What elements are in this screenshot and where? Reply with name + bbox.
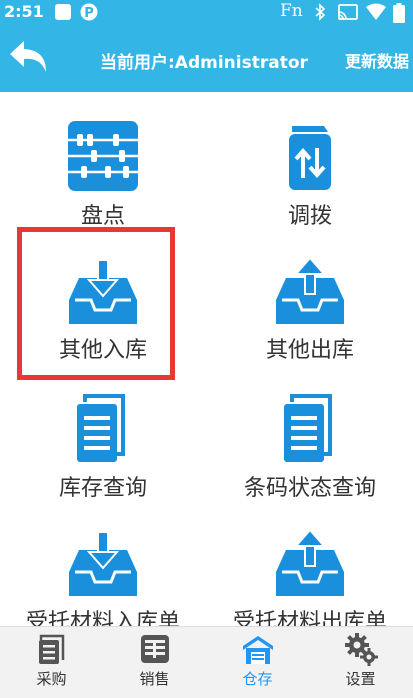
battery-icon: [393, 3, 405, 23]
nav-warehouse[interactable]: 仓存: [206, 627, 309, 698]
tile-consigned-inbound[interactable]: 受托材料入库单: [0, 524, 206, 626]
nav-purchase[interactable]: 采购: [0, 627, 103, 698]
nav-label: 采购: [36, 670, 67, 688]
nav-label: 销售: [139, 670, 170, 688]
transfer-icon: [289, 126, 331, 190]
tile-label: 受托材料出库单: [232, 610, 387, 626]
tile-barcode-status-query[interactable]: 条码状态查询: [207, 390, 413, 502]
status-time: 2:51: [4, 2, 44, 21]
tile-transfer[interactable]: 调拨: [207, 118, 413, 230]
tile-label: 受托材料入库单: [25, 610, 180, 626]
tile-stock-query[interactable]: 库存查询: [0, 390, 206, 502]
wifi-icon: [366, 3, 386, 20]
parking-p-icon: P: [80, 3, 98, 21]
tile-label: 盘点: [80, 204, 125, 229]
inbox-out-icon: [276, 256, 344, 324]
fn-indicator: Fn: [280, 1, 303, 21]
cast-icon: [338, 4, 358, 20]
inbox-in-icon: [69, 531, 137, 596]
purchase-icon: [38, 634, 64, 664]
nav-label: 设置: [345, 670, 376, 688]
warehouse-icon: [242, 636, 273, 664]
current-user-label: 当前用户:Administrator: [100, 53, 308, 73]
status-bar: 2:51 P Fn: [0, 0, 413, 24]
nav-sales[interactable]: 销售: [103, 627, 206, 698]
svg-text:P: P: [84, 6, 94, 21]
tile-label: 条码状态查询: [243, 476, 376, 501]
tile-label: 库存查询: [58, 476, 147, 501]
highlight-box: [17, 227, 175, 380]
tile-consigned-outbound[interactable]: 受托材料出库单: [207, 524, 413, 626]
tile-label: 调拨: [287, 204, 332, 229]
tile-other-outbound[interactable]: 其他出库: [207, 252, 413, 364]
document-icon: [284, 394, 332, 462]
square-notification-icon: [55, 4, 71, 20]
nav-settings[interactable]: 设置: [309, 627, 412, 698]
function-grid: 盘点 调拨 其他入库 其他出库 库存查询 条码状态查询 受托材料入库单 受托材料…: [0, 92, 413, 626]
document-icon: [77, 394, 125, 462]
tile-inventory-count[interactable]: 盘点: [0, 118, 206, 230]
inbox-out-icon: [276, 528, 344, 596]
back-arrow-icon[interactable]: [6, 36, 52, 80]
sales-icon: [140, 635, 169, 663]
bottom-navigation: 采购 销售 仓存 设置: [0, 626, 413, 698]
settings-gear-icon: [344, 633, 378, 666]
tile-label: 其他出库: [265, 338, 354, 363]
bluetooth-icon: [315, 3, 326, 21]
app-bar: 当前用户:Administrator 更新数据: [0, 24, 413, 92]
nav-label: 仓存: [242, 670, 273, 688]
abacus-icon: [68, 121, 138, 191]
update-data-button[interactable]: 更新数据: [345, 48, 409, 72]
